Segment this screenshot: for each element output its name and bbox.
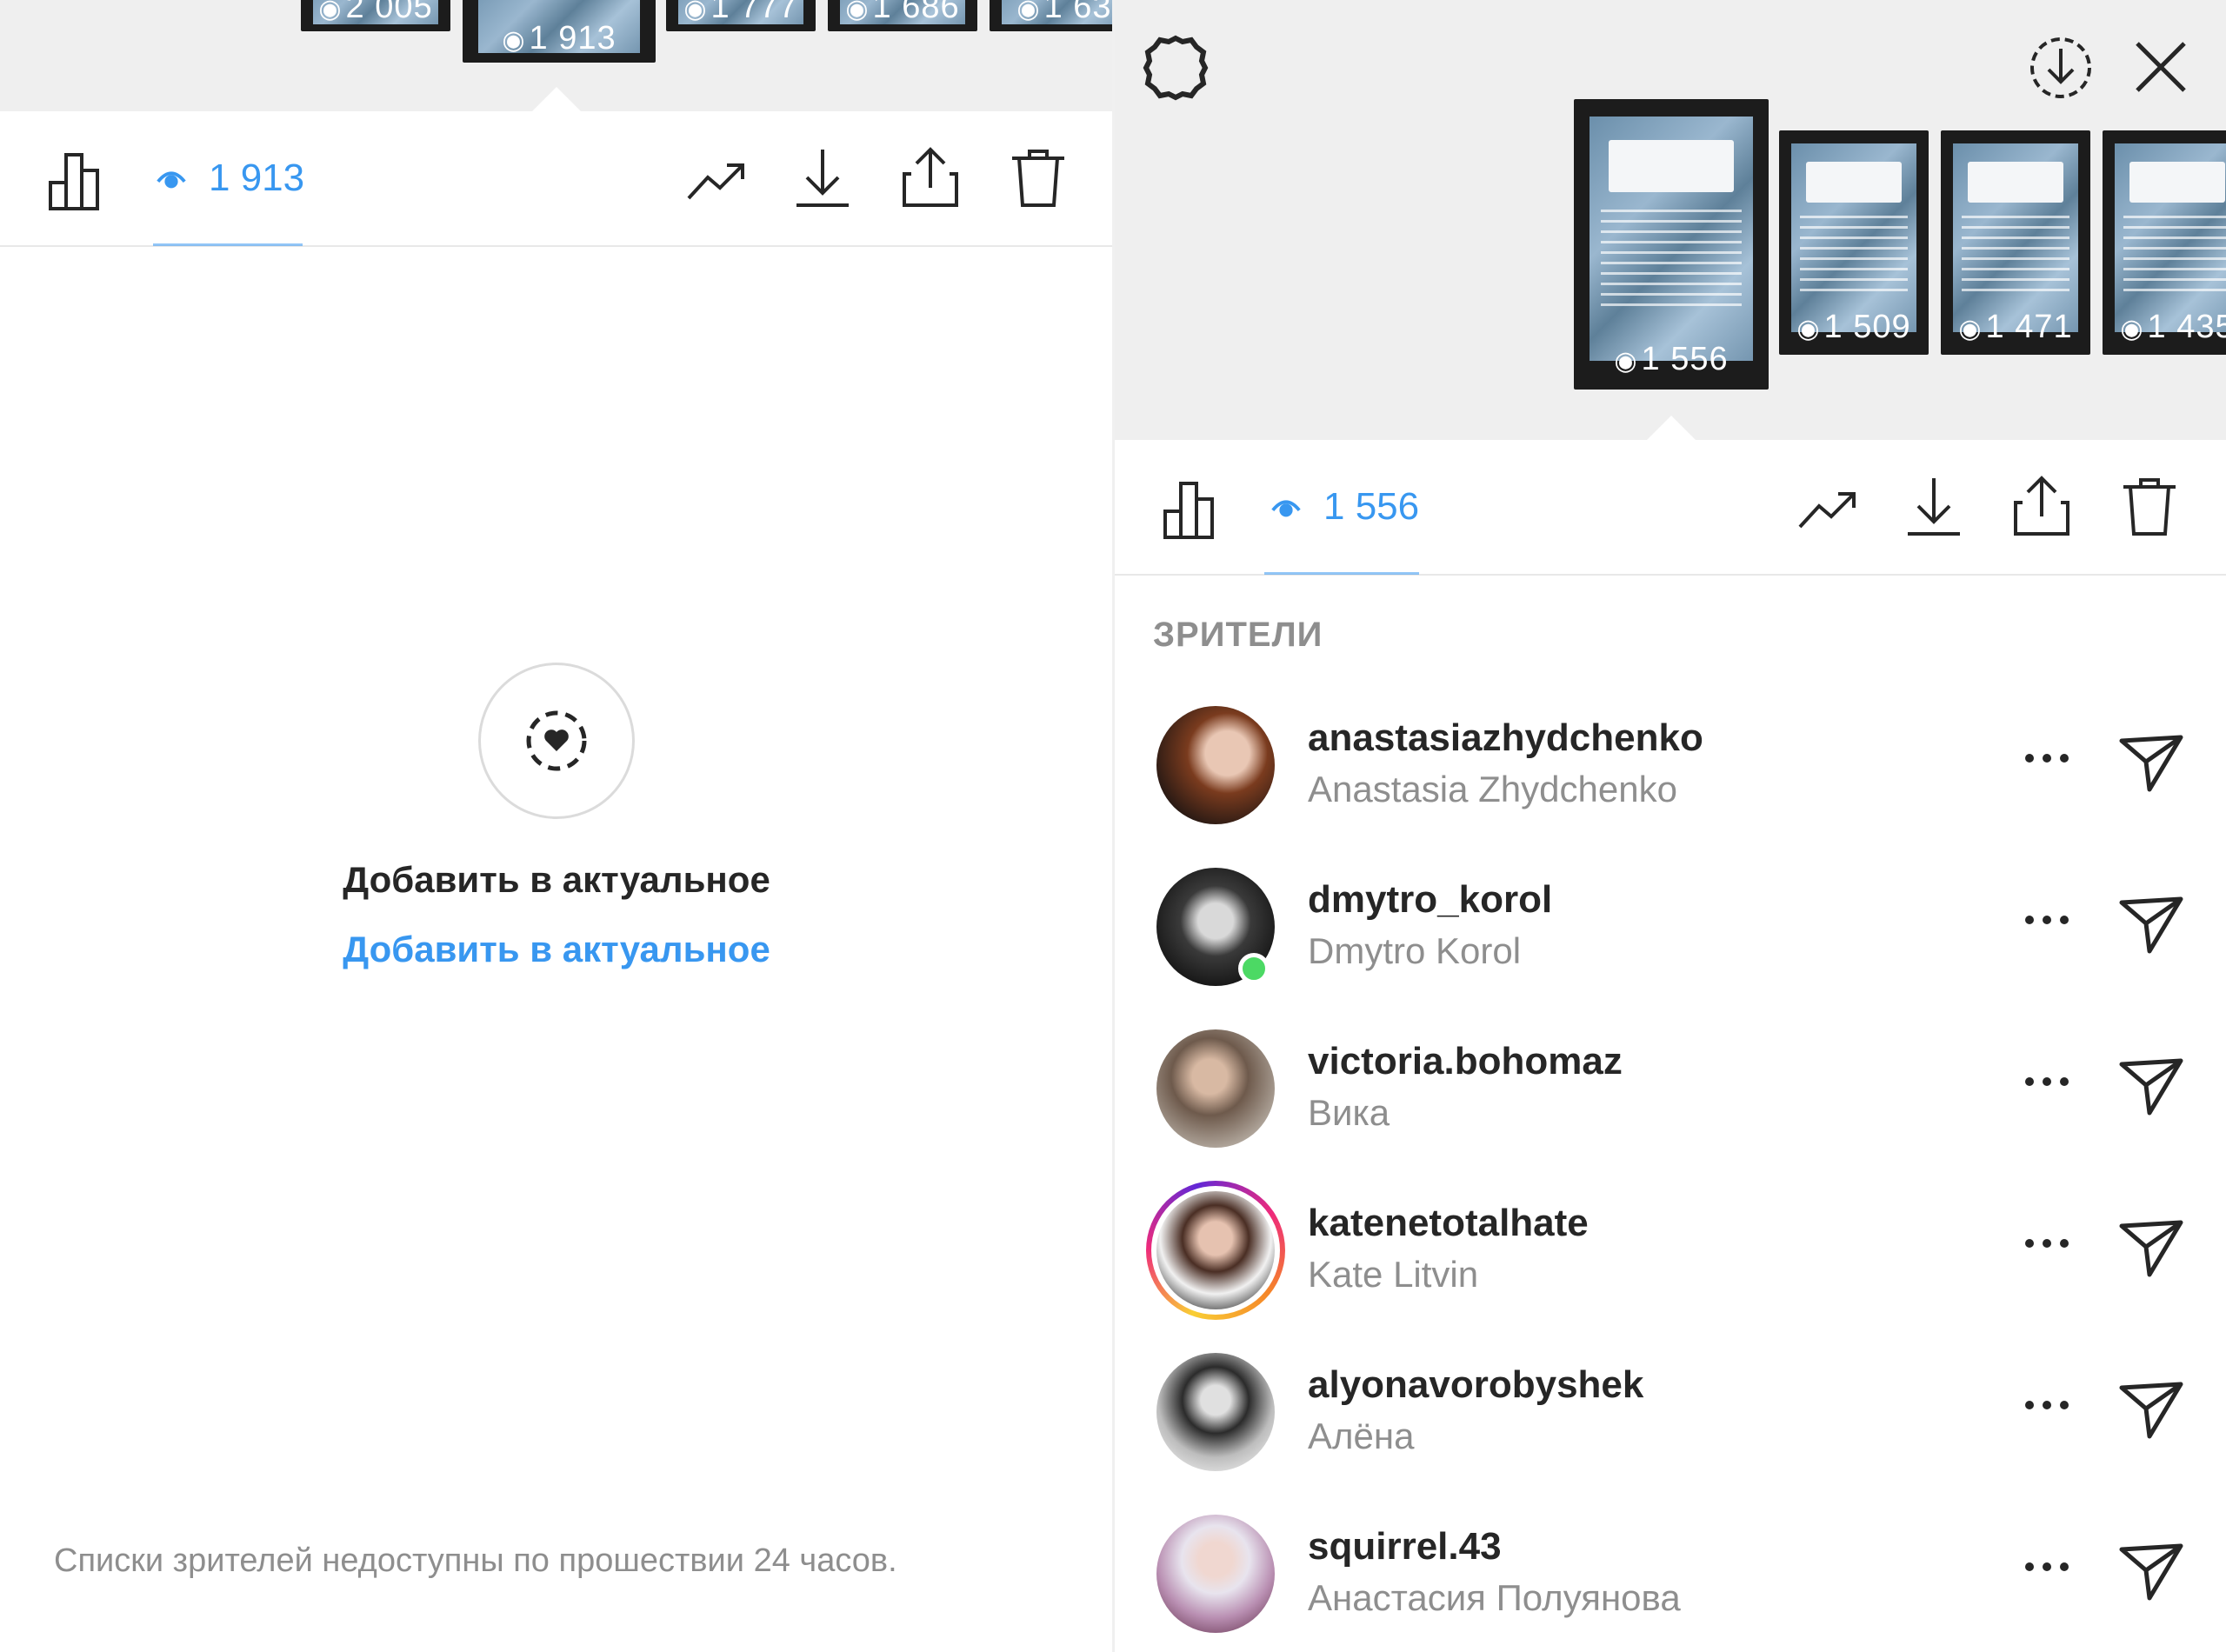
avatar[interactable]: [1156, 1515, 1275, 1633]
more-options-icon[interactable]: [2019, 1226, 2075, 1261]
story-thumbnail[interactable]: ◉ 1 686: [828, 0, 977, 31]
viewer-row[interactable]: dmytro_korol Dmytro Korol: [1115, 868, 2226, 1024]
insights-toolbar: 1 913: [0, 115, 1113, 247]
add-highlight-link[interactable]: Добавить в актуальное: [0, 929, 1113, 970]
send-message-icon[interactable]: [2116, 1376, 2186, 1445]
story-thumbnail[interactable]: ◉ 1 471: [1941, 130, 2090, 355]
add-highlight-circle[interactable]: [478, 663, 635, 819]
viewers-section-title: ЗРИТЕЛИ: [1153, 616, 1323, 654]
send-message-icon[interactable]: [2116, 1052, 2186, 1122]
thumbnail-view-count: ◉ 1 63: [1016, 0, 1112, 25]
trash-icon[interactable]: [2118, 475, 2181, 537]
add-highlight-title: Добавить в актуальное: [343, 859, 770, 900]
trending-icon[interactable]: [685, 150, 748, 212]
settings-icon[interactable]: [1141, 33, 1210, 103]
share-icon[interactable]: [2010, 475, 2073, 537]
share-icon[interactable]: [899, 146, 962, 209]
viewer-username[interactable]: squirrel.43: [1308, 1525, 1502, 1569]
viewer-username[interactable]: alyonavorobyshek: [1308, 1363, 1643, 1407]
viewer-username[interactable]: dmytro_korol: [1308, 878, 1552, 922]
trending-icon[interactable]: [1796, 478, 1859, 541]
story-thumbnail-selected[interactable]: ◉ 1 913: [463, 0, 656, 63]
avatar[interactable]: [1156, 1353, 1275, 1471]
story-thumbnail-strip: ◉ 1 556 ◉ 1 509 ◉ 1 471 ◉ 1 435: [1115, 0, 2226, 440]
send-message-icon[interactable]: [2116, 1214, 2186, 1283]
story-thumbnail[interactable]: ◉ 1 777: [666, 0, 816, 31]
story-thumbnail[interactable]: ◉ 1 63: [990, 0, 1113, 31]
story-thumbnail-selected[interactable]: ◉ 1 556: [1574, 99, 1769, 390]
story-thumbnail[interactable]: ◉ 1 435: [2103, 130, 2226, 355]
viewer-row[interactable]: squirrel.43 Анастасия Полуянова: [1115, 1515, 2226, 1652]
left-story-insights-panel: ◉ 2 005 ◉ 1 913 ◉ 1 777 ◉ 1 686 ◉ 1 63 1 913: [0, 0, 1113, 1652]
right-story-insights-panel: ◉ 1 556 ◉ 1 509 ◉ 1 471 ◉ 1 435 1 556 ЗР…: [1115, 0, 2226, 1652]
bar-chart-icon[interactable]: [45, 150, 108, 212]
selected-pointer: [532, 87, 581, 111]
trash-icon[interactable]: [1007, 146, 1070, 209]
views-tab[interactable]: 1 913: [155, 157, 304, 200]
viewer-full-name: Анастасия Полуянова: [1308, 1577, 1681, 1618]
send-message-icon[interactable]: [2116, 890, 2186, 960]
viewer-full-name: Алёна: [1308, 1416, 1415, 1456]
heart-highlight-icon: [526, 710, 587, 771]
views-tab-underline: [153, 243, 303, 246]
more-options-icon[interactable]: [2019, 1064, 2075, 1099]
avatar[interactable]: [1156, 706, 1275, 824]
viewer-username[interactable]: anastasiazhydchenko: [1308, 716, 1703, 760]
avatar[interactable]: [1156, 1191, 1275, 1309]
more-options-icon[interactable]: [2019, 1549, 2075, 1584]
story-thumbnail[interactable]: ◉ 2 005: [301, 0, 450, 31]
download-icon[interactable]: [791, 146, 854, 209]
insights-toolbar: 1 556: [1115, 443, 2226, 576]
thumbnail-view-count: ◉ 1 777: [683, 0, 798, 25]
thumbnail-view-count: ◉ 1 509: [1796, 308, 1911, 345]
viewer-full-name: Вика: [1308, 1092, 1390, 1133]
viewer-row[interactable]: katenetotalhate Kate Litvin: [1115, 1181, 2226, 1348]
send-message-icon[interactable]: [2116, 729, 2186, 798]
thumbnail-view-count: ◉ 1 471: [1958, 308, 2073, 345]
thumbnail-view-count: ◉ 1 556: [1614, 340, 1729, 377]
online-status-indicator: [1238, 953, 1270, 984]
eye-icon: [157, 171, 186, 189]
close-icon[interactable]: [2132, 38, 2189, 96]
viewer-full-name: Kate Litvin: [1308, 1254, 1479, 1295]
viewer-row[interactable]: alyonavorobyshek Алёна: [1115, 1353, 2226, 1509]
views-tab-underline: [1264, 572, 1419, 575]
download-circle-icon[interactable]: [2028, 35, 2094, 101]
story-thumbnail-strip: ◉ 2 005 ◉ 1 913 ◉ 1 777 ◉ 1 686 ◉ 1 63: [0, 0, 1113, 111]
download-icon[interactable]: [1903, 475, 1965, 537]
viewers-unavailable-note: Списки зрителей недоступны по прошествии…: [54, 1542, 897, 1579]
bar-chart-icon[interactable]: [1160, 478, 1223, 541]
send-message-icon[interactable]: [2116, 1537, 2186, 1607]
selected-pointer: [1647, 416, 1696, 440]
viewer-username[interactable]: victoria.bohomaz: [1308, 1040, 1623, 1083]
story-thumbnail[interactable]: ◉ 1 509: [1779, 130, 1929, 355]
views-count: 1 556: [1323, 485, 1420, 528]
viewer-full-name: Anastasia Zhydchenko: [1308, 769, 1677, 809]
views-count: 1 913: [209, 157, 305, 199]
eye-icon: [1271, 500, 1301, 517]
thumbnail-view-count: ◉ 2 005: [318, 0, 433, 25]
thumbnail-view-count: ◉ 1 686: [845, 0, 960, 25]
viewer-username[interactable]: katenetotalhate: [1308, 1202, 1589, 1245]
viewer-full-name: Dmytro Korol: [1308, 930, 1522, 971]
avatar[interactable]: [1156, 1029, 1275, 1148]
more-options-icon[interactable]: [2019, 903, 2075, 937]
viewer-row[interactable]: anastasiazhydchenko Anastasia Zhydchenko: [1115, 706, 2226, 863]
more-options-icon[interactable]: [2019, 741, 2075, 776]
viewer-row[interactable]: victoria.bohomaz Вика: [1115, 1029, 2226, 1186]
more-options-icon[interactable]: [2019, 1388, 2075, 1422]
thumbnail-view-count: ◉ 1 435: [2120, 308, 2226, 345]
thumbnail-view-count: ◉ 1 913: [502, 20, 616, 57]
views-tab[interactable]: 1 556: [1270, 485, 1419, 529]
